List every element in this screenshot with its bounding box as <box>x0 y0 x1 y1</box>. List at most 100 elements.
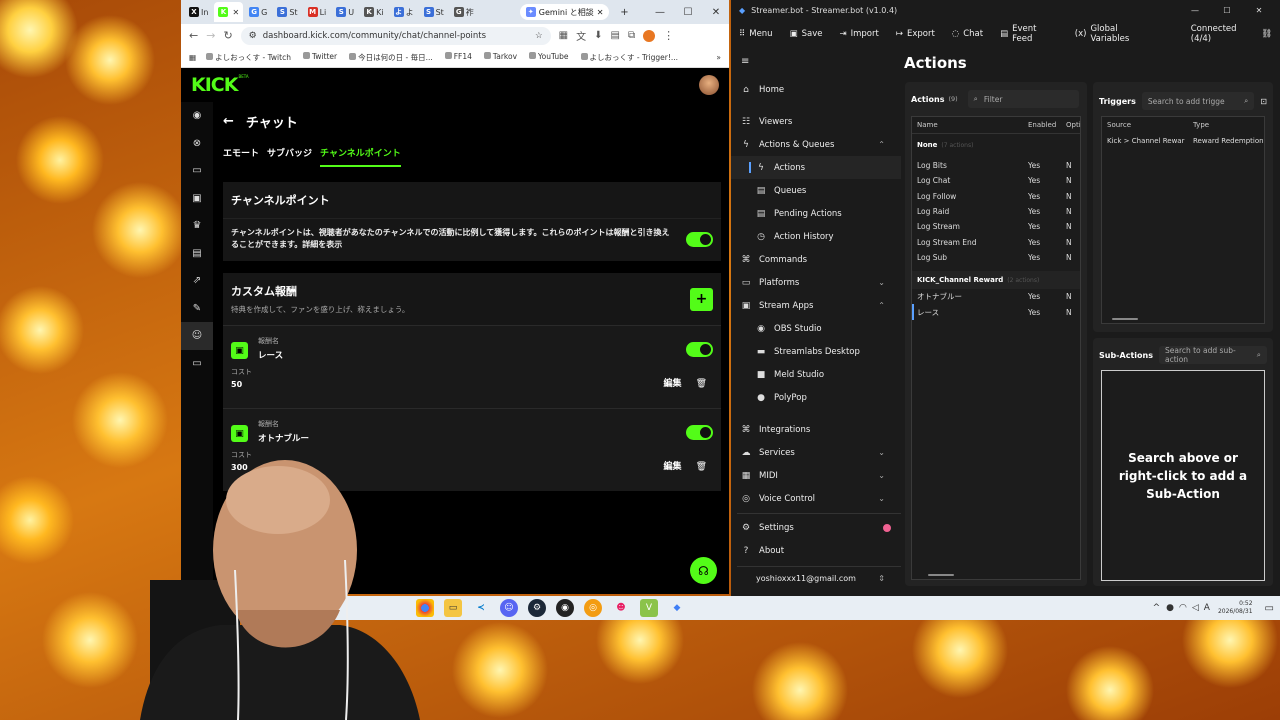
browser-tab[interactable]: X In <box>185 2 212 22</box>
kick-logo[interactable]: KICK <box>191 74 238 96</box>
ime-icon[interactable]: A <box>1204 603 1210 613</box>
app-icon-orange[interactable]: ◎ <box>584 599 602 617</box>
steam-icon[interactable]: ⚙ <box>528 599 546 617</box>
back-icon[interactable]: ← <box>189 29 198 42</box>
nav-item[interactable]: ▭ Platforms ⌄ <box>731 271 901 294</box>
new-tab-button[interactable]: + <box>611 7 637 18</box>
save-button[interactable]: ▣ Save <box>790 29 823 39</box>
triggers-search-input[interactable]: Search to add trigge ⌕ <box>1141 92 1255 110</box>
maximize-icon[interactable]: ☐ <box>1214 6 1240 15</box>
table-row[interactable]: オトナブルー Yes N <box>912 289 1080 304</box>
nav-item[interactable]: ☁ Services ⌄ <box>731 441 901 464</box>
nav-item[interactable]: ▣ Stream Apps ⌃ <box>731 294 901 317</box>
reward-toggle[interactable] <box>686 342 713 357</box>
app-icon-green[interactable]: V <box>640 599 658 617</box>
content-icon[interactable]: ▭ <box>181 157 213 185</box>
vscode-icon[interactable]: ≺ <box>472 599 490 617</box>
nav-item[interactable]: ▤ Queues <box>731 179 901 202</box>
tray-chevron-icon[interactable]: ^ <box>1153 603 1161 613</box>
nav-item[interactable]: ⌘ Integrations <box>731 418 901 441</box>
sub-actions-area[interactable]: Search above or right-click to add a Sub… <box>1101 370 1265 581</box>
nav-item[interactable]: ■ Meld Studio <box>731 363 901 386</box>
menu-button[interactable]: ⠿ Menu <box>739 29 773 39</box>
actions-filter-input[interactable]: ⌕ Filter <box>967 90 1079 108</box>
tab-emotes[interactable]: エモート <box>223 146 259 167</box>
edit-button[interactable]: 編集 <box>664 459 682 472</box>
tools-icon[interactable]: ✎ <box>181 295 213 323</box>
more-bookmarks-icon[interactable]: » <box>716 53 721 62</box>
nav-item[interactable]: ▦ MIDI ⌄ <box>731 464 901 487</box>
tab-sub-badges[interactable]: サブバッジ <box>267 146 312 167</box>
minimize-icon[interactable]: — <box>647 7 673 18</box>
wifi-icon[interactable]: ◠ <box>1179 603 1187 613</box>
browser-tab[interactable]: よよ <box>390 2 418 22</box>
bookmark-item[interactable]: FF14 <box>444 51 472 63</box>
chat-button[interactable]: ◌ Chat <box>952 29 983 39</box>
group-header[interactable]: KICK_Channel Reward (2 actions) <box>912 271 1080 290</box>
import-button[interactable]: ⇥ Import <box>839 29 878 39</box>
nav-settings[interactable]: ⚙ Settings <box>731 516 901 539</box>
global-variables-button[interactable]: (x) Global Variables <box>1075 24 1157 44</box>
community-icon[interactable]: ☺ <box>181 322 213 350</box>
browser-tab[interactable]: SU <box>332 2 358 22</box>
analytics-icon[interactable]: ⇗ <box>181 267 213 295</box>
forward-icon[interactable]: → <box>206 29 215 42</box>
extension-icon-3[interactable]: ▤ <box>611 30 620 41</box>
browser-tab[interactable]: S St <box>273 2 301 22</box>
nav-item[interactable]: ▬ Streamlabs Desktop <box>731 340 901 363</box>
clock[interactable]: 0:52 2026/08/31 <box>1218 600 1253 616</box>
browser-tab[interactable]: G祚 <box>450 2 478 22</box>
add-reward-button[interactable]: + <box>690 287 713 311</box>
explorer-icon[interactable]: ▭ <box>444 599 462 617</box>
volume-icon[interactable]: ◁ <box>1192 603 1199 613</box>
trash-icon[interactable]: 🗑 <box>696 462 707 472</box>
hamburger-icon[interactable]: ≡ <box>731 50 901 72</box>
support-chat-button[interactable]: ☊ <box>690 557 717 584</box>
extension-icon-4[interactable]: ⧉ <box>628 30 635 41</box>
wallet-icon[interactable]: ▭ <box>181 350 213 378</box>
close-icon[interactable]: ✕ <box>1246 6 1272 15</box>
browser-tab[interactable]: GG <box>245 2 271 22</box>
apps-icon[interactable]: ▦ <box>189 53 196 62</box>
nav-item[interactable]: ▤ Pending Actions <box>731 202 901 225</box>
edit-button[interactable]: 編集 <box>664 376 682 389</box>
table-row[interactable]: Log Stream Yes N <box>912 219 1080 234</box>
site-info-icon[interactable]: ⚙ <box>249 31 257 41</box>
table-row[interactable]: Log Sub Yes N <box>912 250 1080 265</box>
channel-points-toggle[interactable] <box>686 231 713 247</box>
streamerbot-taskbar-icon[interactable]: ◆ <box>668 599 686 617</box>
close-window-icon[interactable]: ✕ <box>703 7 729 18</box>
bookmark-item[interactable]: Tarkov <box>483 51 517 63</box>
maximize-icon[interactable]: ☐ <box>675 7 701 18</box>
reload-icon[interactable]: ↻ <box>223 29 232 42</box>
bookmark-item[interactable]: よしおっくす - Trigger!... <box>580 52 678 63</box>
close-icon[interactable]: ✕ <box>597 8 604 17</box>
table-row[interactable]: Log Stream End Yes N <box>912 234 1080 249</box>
library-icon[interactable]: ▣ <box>181 185 213 213</box>
connection-status[interactable]: Connected (4/4) ⛓ <box>1191 24 1272 44</box>
table-row[interactable]: Log Bits Yes N <box>912 158 1080 173</box>
mic-icon[interactable]: ● <box>1166 603 1174 613</box>
video-icon[interactable]: ▤ <box>181 240 213 268</box>
group-header[interactable]: None (7 actions) <box>912 136 1080 154</box>
translate-icon[interactable]: 文 <box>576 28 586 43</box>
profile-icon[interactable] <box>643 29 656 42</box>
bookmark-item[interactable]: Twitter <box>302 51 337 63</box>
bookmark-item[interactable]: 今日は何の日 - 毎日... <box>349 52 433 63</box>
menu-dots-icon[interactable]: ⋮ <box>663 29 674 42</box>
trigger-options-icon[interactable]: ⊡ <box>1260 97 1267 106</box>
obs-icon[interactable]: ◉ <box>556 599 574 617</box>
extension-icon-2[interactable]: ⬇ <box>594 30 602 41</box>
horizontal-scrollbar[interactable] <box>1112 318 1138 320</box>
table-row[interactable]: Log Chat Yes N <box>912 173 1080 188</box>
bookmark-star-icon[interactable]: ☆ <box>535 31 543 41</box>
nav-item[interactable]: ⌘ Commands <box>731 248 901 271</box>
event-feed-button[interactable]: ▤ Event Feed <box>1000 24 1058 44</box>
user-avatar[interactable] <box>699 75 719 95</box>
sub-actions-search-input[interactable]: Search to add sub-action ⌕ <box>1158 346 1267 364</box>
stream-icon[interactable]: ⊗ <box>181 130 213 158</box>
trophy-icon[interactable]: ♛ <box>181 212 213 240</box>
notification-icon[interactable]: ▭ <box>1265 603 1274 614</box>
nav-item[interactable]: ● PolyPop <box>731 386 901 409</box>
tab-channel-points[interactable]: チャンネルポイント <box>320 146 401 167</box>
